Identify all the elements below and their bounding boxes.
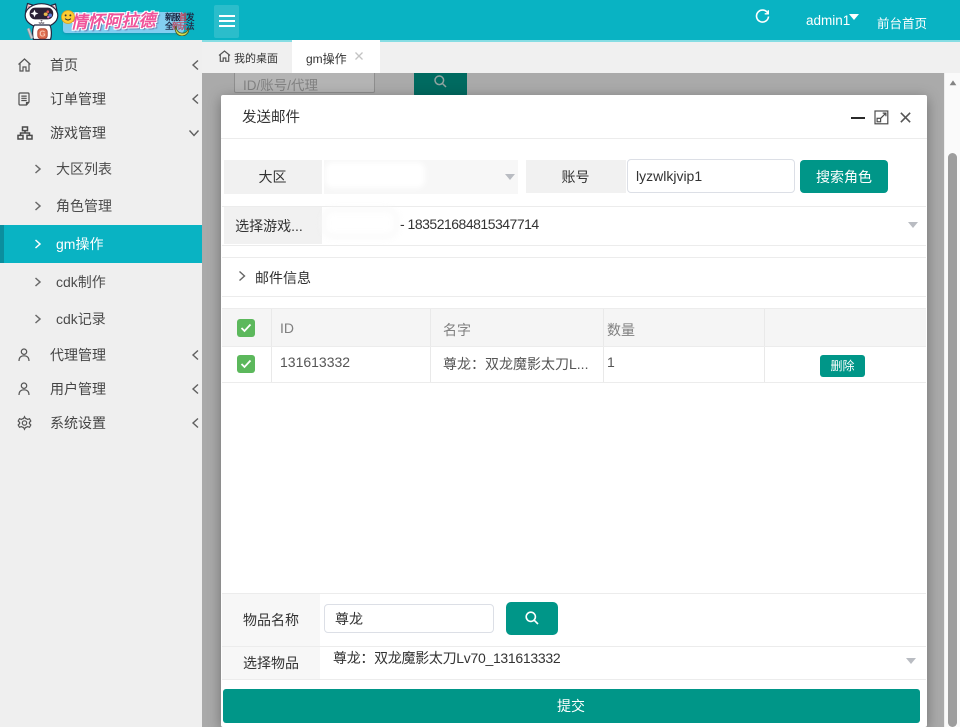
svg-text:G: G [39, 30, 45, 39]
